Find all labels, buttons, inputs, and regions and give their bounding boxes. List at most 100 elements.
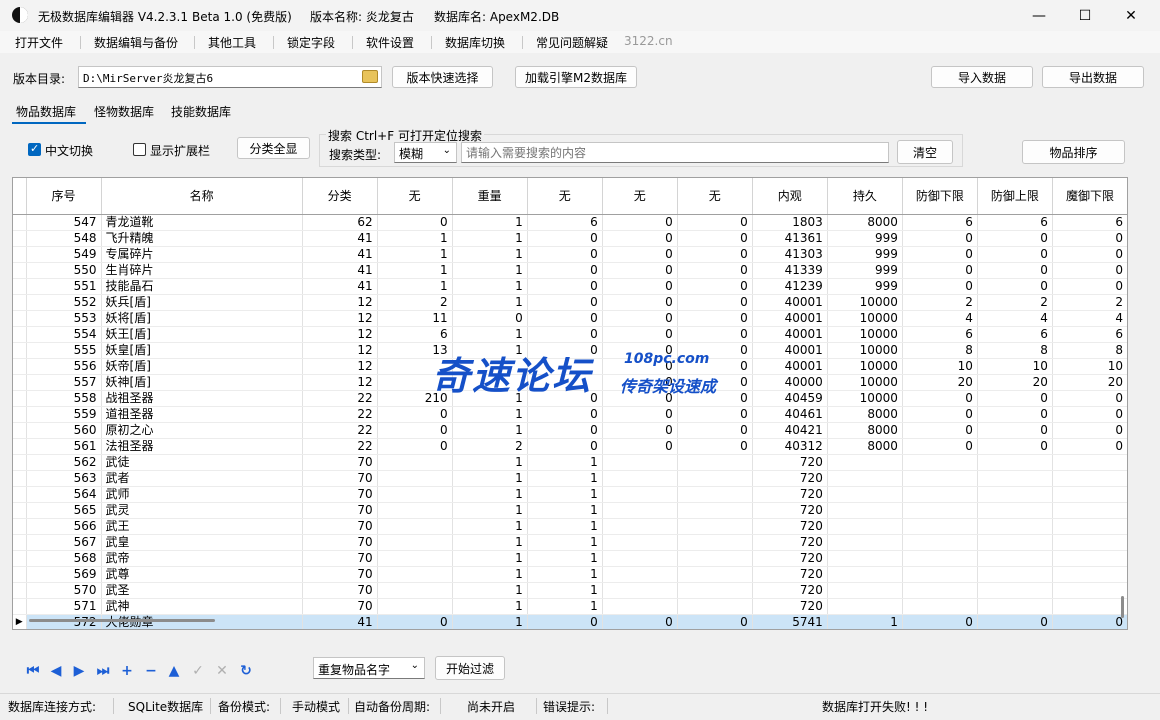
table-cell[interactable]: 562 [26, 454, 102, 471]
table-cell[interactable]: 999 [827, 230, 903, 247]
table-cell[interactable]: 0 [527, 422, 603, 439]
table-cell[interactable]: 0 [902, 262, 978, 279]
table-cell[interactable]: 6 [1052, 326, 1127, 343]
table-cell[interactable]: 720 [752, 502, 828, 519]
table-cell[interactable]: 0 [602, 326, 678, 343]
table-cell[interactable]: 0 [677, 278, 753, 295]
table-cell[interactable]: 1 [452, 390, 528, 407]
menu-db-switch[interactable]: 数据库切换 [445, 34, 505, 51]
table-cell[interactable] [677, 518, 753, 535]
table-cell[interactable]: 武皇 [101, 534, 303, 551]
table-cell[interactable]: 1 [527, 598, 603, 615]
search-type-select[interactable]: 模糊 ⌄ [394, 142, 457, 163]
horizontal-scrollbar-thumb[interactable] [29, 619, 215, 622]
table-row[interactable]: 565 武灵 70 1 1 720 [13, 502, 1127, 519]
table-cell[interactable]: 武王 [101, 518, 303, 535]
table-cell[interactable]: 生肖碎片 [101, 262, 303, 279]
table-cell[interactable] [527, 358, 603, 375]
table-cell[interactable]: 999 [827, 278, 903, 295]
table-cell[interactable]: 武师 [101, 486, 303, 503]
table-cell[interactable]: 5741 [752, 614, 828, 629]
table-cell[interactable]: 妖神[盾] [101, 374, 303, 391]
table-row[interactable]: 563 武者 70 1 1 720 [13, 470, 1127, 487]
table-cell[interactable]: 妖兵[盾] [101, 294, 303, 311]
table-cell[interactable]: 飞升精魄 [101, 230, 303, 247]
table-row[interactable]: 555 妖皇[盾] 12 13 1 0 0 0 40001 10000 8 8 8 [13, 342, 1127, 359]
table-row[interactable]: 569 武尊 70 1 1 720 [13, 566, 1127, 583]
table-cell[interactable]: 6 [1052, 214, 1127, 231]
search-input[interactable] [461, 142, 889, 163]
table-cell[interactable]: 8000 [827, 422, 903, 439]
table-cell[interactable]: 0 [677, 214, 753, 231]
table-cell[interactable]: 0 [527, 246, 603, 263]
table-cell[interactable]: 70 [302, 534, 378, 551]
table-cell[interactable]: 1 [452, 246, 528, 263]
table-cell[interactable]: 1 [452, 470, 528, 487]
table-cell[interactable]: 40001 [752, 326, 828, 343]
table-cell[interactable]: 4 [1052, 310, 1127, 327]
table-row[interactable]: 549 专属碎片 41 1 1 0 0 0 41303 999 0 0 0 [13, 246, 1127, 263]
table-cell[interactable]: 12 [302, 294, 378, 311]
table-cell[interactable] [677, 566, 753, 583]
table-cell[interactable] [902, 470, 978, 487]
table-cell[interactable] [902, 534, 978, 551]
table-cell[interactable]: 10000 [827, 358, 903, 375]
table-cell[interactable]: 0 [1052, 278, 1127, 295]
table-cell[interactable] [602, 566, 678, 583]
table-cell[interactable]: 0 [677, 358, 753, 375]
table-cell[interactable]: 专属碎片 [101, 246, 303, 263]
table-cell[interactable] [827, 598, 903, 615]
table-row[interactable]: 547 青龙道靴 62 0 1 6 0 0 1803 8000 6 6 6 [13, 214, 1127, 231]
table-cell[interactable] [377, 470, 453, 487]
column-header[interactable]: 魔御下限 [1052, 178, 1127, 215]
table-row[interactable]: 567 武皇 70 1 1 720 [13, 534, 1127, 551]
table-cell[interactable]: 0 [602, 374, 678, 391]
table-cell[interactable]: 720 [752, 470, 828, 487]
table-cell[interactable]: 999 [827, 246, 903, 263]
table-cell[interactable] [977, 566, 1053, 583]
menu-settings[interactable]: 软件设置 [366, 34, 414, 51]
table-cell[interactable] [377, 374, 453, 391]
table-cell[interactable]: 青龙道靴 [101, 214, 303, 231]
table-cell[interactable]: 70 [302, 550, 378, 567]
table-cell[interactable] [677, 502, 753, 519]
table-cell[interactable]: 556 [26, 358, 102, 375]
table-cell[interactable]: 70 [302, 518, 378, 535]
table-cell[interactable] [377, 518, 453, 535]
table-cell[interactable]: 1 [527, 486, 603, 503]
table-cell[interactable]: 22 [302, 438, 378, 455]
table-cell[interactable] [977, 582, 1053, 599]
table-cell[interactable]: 0 [602, 614, 678, 629]
table-cell[interactable]: 0 [602, 406, 678, 423]
table-cell[interactable]: 0 [677, 326, 753, 343]
table-cell[interactable] [902, 566, 978, 583]
start-filter-button[interactable]: 开始过滤 [435, 656, 505, 680]
table-cell[interactable]: 41239 [752, 278, 828, 295]
table-cell[interactable] [452, 374, 528, 391]
table-cell[interactable]: 40461 [752, 406, 828, 423]
table-cell[interactable]: 0 [452, 310, 528, 327]
table-row[interactable]: 558 战祖圣器 22 210 1 0 0 0 40459 10000 0 0 0 [13, 390, 1127, 407]
table-cell[interactable]: 0 [527, 294, 603, 311]
table-cell[interactable]: 8000 [827, 438, 903, 455]
table-cell[interactable]: 553 [26, 310, 102, 327]
table-cell[interactable]: 12 [302, 326, 378, 343]
table-cell[interactable] [827, 486, 903, 503]
table-cell[interactable]: 0 [902, 406, 978, 423]
table-cell[interactable]: 0 [377, 422, 453, 439]
table-row[interactable]: 557 妖神[盾] 12 0 0 40000 10000 20 20 20 [13, 374, 1127, 391]
column-header[interactable]: 重量 [452, 178, 528, 215]
table-cell[interactable] [977, 598, 1053, 615]
table-cell[interactable] [602, 550, 678, 567]
table-cell[interactable] [902, 582, 978, 599]
table-cell[interactable]: 2 [902, 294, 978, 311]
table-cell[interactable]: 41 [302, 614, 378, 629]
table-cell[interactable] [1052, 582, 1127, 599]
table-cell[interactable]: 6 [377, 326, 453, 343]
table-cell[interactable]: 0 [527, 406, 603, 423]
table-cell[interactable]: 20 [1052, 374, 1127, 391]
table-cell[interactable]: 22 [302, 422, 378, 439]
table-cell[interactable]: 0 [602, 390, 678, 407]
table-cell[interactable]: 武圣 [101, 582, 303, 599]
table-cell[interactable]: 559 [26, 406, 102, 423]
